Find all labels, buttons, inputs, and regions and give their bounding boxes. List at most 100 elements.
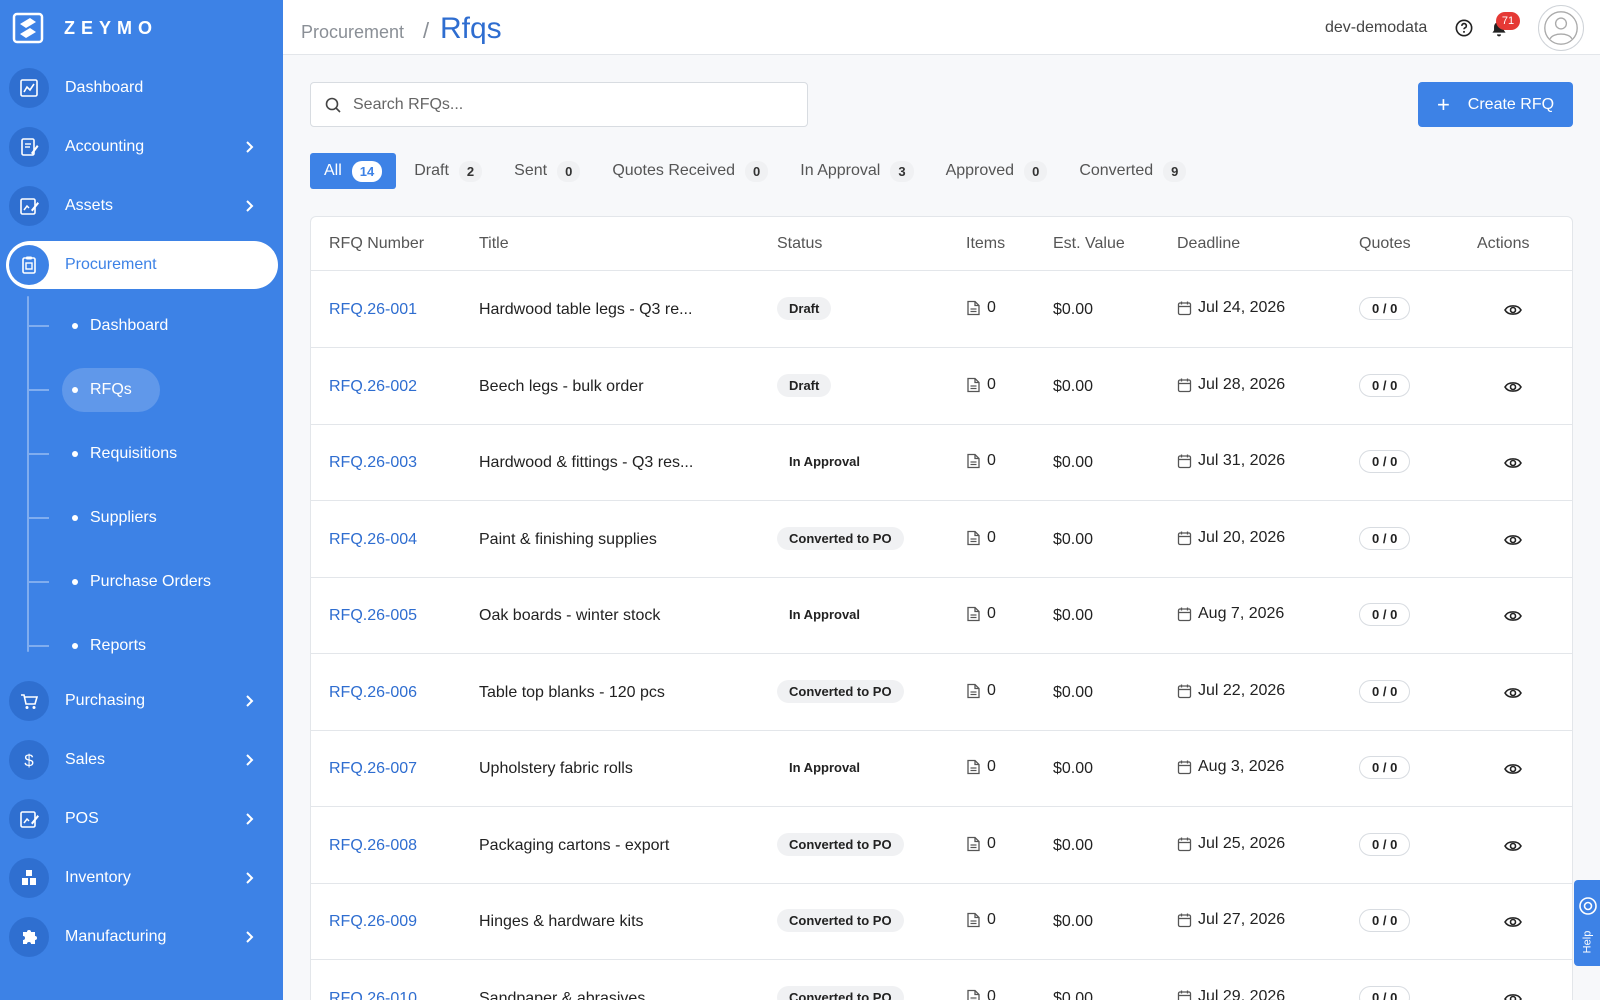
- create-rfq-button[interactable]: + Create RFQ: [1418, 82, 1573, 127]
- subnav-item-suppliers[interactable]: Suppliers: [62, 496, 185, 540]
- estimated-value: $0.00: [1053, 607, 1094, 624]
- subnav-item-dashboard[interactable]: Dashboard: [62, 304, 196, 348]
- rfq-number-link[interactable]: RFQ.26-003: [329, 454, 417, 472]
- rfq-table: RFQ Number Title Status Items Est. Value Dead…: [310, 216, 1573, 1000]
- table-row[interactable]: RFQ.26-006 Table top blanks - 120 pcs Conv…: [311, 654, 1572, 731]
- items-count: 0: [966, 758, 996, 776]
- chart-icon: [20, 79, 38, 97]
- column-header[interactable]: Status: [777, 235, 822, 253]
- tab-label: Converted: [1079, 162, 1154, 179]
- rfq-number-link[interactable]: RFQ.26-006: [329, 684, 417, 702]
- view-eye-icon[interactable]: [1504, 913, 1522, 931]
- column-header[interactable]: RFQ Number: [329, 235, 424, 253]
- breadcrumb-parent[interactable]: Procurement: [301, 22, 404, 43]
- status-badge: Converted to PO: [777, 909, 904, 932]
- rfq-number-link[interactable]: RFQ.26-007: [329, 760, 417, 778]
- rfq-number-link[interactable]: RFQ.26-008: [329, 837, 417, 855]
- table-row[interactable]: RFQ.26-010 Sandpaper & abrasives Converted…: [311, 960, 1572, 1000]
- document-icon: [967, 377, 980, 392]
- help-tab[interactable]: Help: [1574, 880, 1600, 966]
- table-row[interactable]: RFQ.26-004 Paint & finishing supplies Conv…: [311, 501, 1572, 578]
- brand-name: ZEYMO: [64, 17, 159, 38]
- subnav-branch: [29, 453, 49, 455]
- status-badge: In Approval: [789, 607, 861, 622]
- rfq-number-link[interactable]: RFQ.26-010: [329, 990, 417, 1000]
- column-header[interactable]: Deadline: [1177, 235, 1240, 253]
- rfq-number-link[interactable]: RFQ.26-005: [329, 607, 417, 625]
- status-tabs: All 14 Draft 2 Sent 0 Quotes Received 0 In Appro…: [310, 153, 1204, 189]
- rfq-number-link[interactable]: RFQ.26-002: [329, 378, 417, 396]
- rfq-number-link[interactable]: RFQ.26-004: [329, 531, 417, 549]
- estimated-value: $0.00: [1053, 989, 1094, 1000]
- tab-all[interactable]: All 14: [310, 153, 397, 189]
- table-row[interactable]: RFQ.26-009 Hinges & hardware kits Converte…: [311, 883, 1572, 960]
- tab-label: All: [324, 162, 342, 179]
- sidebar-item-inventory[interactable]: Inventory: [6, 854, 278, 902]
- tab-in-approval[interactable]: In Approval 3: [786, 153, 927, 189]
- quotes-badge: 0 / 0: [1359, 450, 1411, 473]
- estimated-value: $0.00: [1053, 377, 1094, 395]
- subnav-item-rfqs[interactable]: RFQs: [62, 368, 160, 412]
- tab-draft[interactable]: Draft 2: [400, 153, 496, 189]
- column-header[interactable]: Items: [966, 235, 1005, 253]
- brand[interactable]: ZEYMO: [0, 0, 283, 56]
- deadline-date: Jul 28, 2026: [1198, 375, 1286, 393]
- user-name[interactable]: dev-demodata: [1325, 19, 1427, 37]
- tab-quotes-received[interactable]: Quotes Received 0: [598, 153, 782, 189]
- sidebar-item-purchasing[interactable]: Purchasing: [6, 677, 278, 725]
- rfq-number-link[interactable]: RFQ.26-001: [329, 301, 417, 319]
- items-count-value: 0: [987, 834, 996, 852]
- tab-approved[interactable]: Approved 0: [932, 153, 1062, 189]
- bullet-dot: [72, 515, 78, 521]
- help-circle-icon[interactable]: [1455, 19, 1473, 37]
- view-eye-icon[interactable]: [1504, 837, 1522, 855]
- sidebar-item-accounting[interactable]: Accounting: [6, 123, 278, 171]
- items-count-value: 0: [987, 987, 996, 1000]
- table-row[interactable]: RFQ.26-008 Packaging cartons - export Conv…: [311, 807, 1572, 884]
- quotes-badge: 0 / 0: [1359, 832, 1411, 856]
- subnav-item-reports[interactable]: Reports: [62, 624, 174, 668]
- cart-icon: [21, 694, 39, 709]
- clipboard-icon: [22, 256, 36, 274]
- view-eye-icon[interactable]: [1504, 378, 1522, 396]
- tab-sent[interactable]: Sent 0: [500, 153, 594, 189]
- avatar[interactable]: [1538, 5, 1584, 51]
- sidebar-item-assets[interactable]: Assets: [6, 182, 278, 230]
- column-header[interactable]: Actions: [1477, 235, 1529, 253]
- search-box[interactable]: [310, 82, 808, 127]
- view-eye-icon[interactable]: [1504, 531, 1522, 549]
- view-eye-icon[interactable]: [1504, 607, 1522, 625]
- bullet-dot: [72, 387, 78, 393]
- items-count-value: 0: [987, 605, 996, 622]
- view-eye-icon[interactable]: [1504, 990, 1522, 1000]
- sidebar-item-manufacturing[interactable]: Manufacturing: [6, 913, 278, 961]
- table-row[interactable]: RFQ.26-001 Hardwood table legs - Q3 re...…: [311, 271, 1572, 348]
- deadline-date: Jul 25, 2026: [1198, 834, 1286, 852]
- sidebar-item-label: POS: [65, 810, 99, 827]
- tab-label: Quotes Received: [612, 162, 736, 179]
- sidebar-item-dashboard[interactable]: Dashboard: [6, 64, 278, 112]
- user-avatar-icon: [1544, 11, 1578, 45]
- column-header[interactable]: Est. Value: [1053, 235, 1125, 253]
- column-header[interactable]: Title: [479, 235, 509, 253]
- table-row[interactable]: RFQ.26-002 Beech legs - bulk order Draft 0 $…: [311, 348, 1572, 425]
- sidebar-item-sales[interactable]: $ Sales: [6, 736, 278, 784]
- sidebar-item-procurement[interactable]: Procurement: [6, 241, 278, 289]
- view-eye-icon[interactable]: [1504, 760, 1522, 778]
- rfq-title: Table top blanks - 120 pcs: [479, 683, 665, 701]
- estimated-value: $0.00: [1053, 836, 1094, 854]
- calendar-icon: [1177, 454, 1192, 469]
- column-header[interactable]: Quotes: [1359, 235, 1411, 253]
- rfq-number-link[interactable]: RFQ.26-009: [329, 913, 417, 931]
- subnav-item-requisitions[interactable]: Requisitions: [62, 432, 205, 476]
- subnav-item-purchase-orders[interactable]: Purchase Orders: [62, 560, 239, 604]
- table-row[interactable]: RFQ.26-007 Upholstery fabric rolls In Appr…: [311, 730, 1572, 807]
- sidebar-item-pos[interactable]: POS: [6, 795, 278, 843]
- tab-converted[interactable]: Converted 9: [1065, 153, 1200, 189]
- view-eye-icon[interactable]: [1504, 454, 1522, 472]
- view-eye-icon[interactable]: [1504, 301, 1522, 319]
- search-input[interactable]: [353, 95, 793, 114]
- table-row[interactable]: RFQ.26-005 Oak boards - winter stock In Ap…: [311, 577, 1572, 654]
- view-eye-icon[interactable]: [1504, 684, 1522, 702]
- table-row[interactable]: RFQ.26-003 Hardwood & fittings - Q3 res..…: [311, 424, 1572, 501]
